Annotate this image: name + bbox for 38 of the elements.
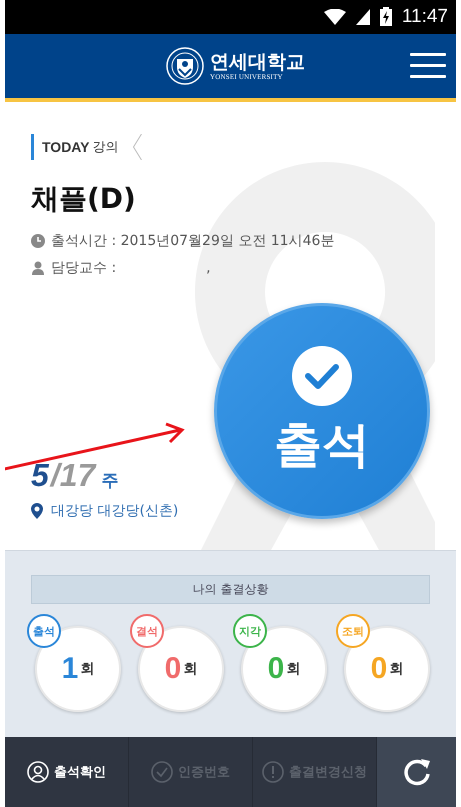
stat-unit: 회 <box>286 660 300 678</box>
stat-label: 조퇴 <box>336 614 370 648</box>
stat-label: 지각 <box>233 614 267 648</box>
stats-title: 나의 출결상황 <box>31 575 430 604</box>
lecture-location: 대강당 대강당(신촌) <box>51 502 178 520</box>
refresh-icon <box>402 757 432 788</box>
ribbon-notch-icon <box>133 134 142 160</box>
professor-name: , <box>206 260 211 276</box>
stat-count: 0 <box>164 652 182 686</box>
person-icon <box>31 260 45 275</box>
stat-label: 결석 <box>130 614 164 648</box>
stat-count: 0 <box>268 652 284 686</box>
today-lecture-tag: TODAY 강의 <box>31 134 142 160</box>
stat-count: 0 <box>370 652 388 686</box>
lecture-title: 채플(D) <box>31 180 136 217</box>
person-circle-icon <box>27 761 49 784</box>
professor-label: 담당교수 : <box>51 258 116 277</box>
check-circle-icon <box>151 761 173 784</box>
stat-unit: 회 <box>80 660 94 678</box>
exclamation-circle-icon <box>262 761 284 784</box>
status-time: 11:47 <box>402 6 448 28</box>
week-unit: 주 <box>101 470 118 492</box>
total-weeks: /17 <box>50 457 96 494</box>
check-icon <box>291 344 353 407</box>
stat-unit: 회 <box>389 660 404 678</box>
university-seal-icon <box>166 46 204 85</box>
current-week: 5 <box>31 457 49 494</box>
signal-icon <box>356 8 370 25</box>
university-name: 연세대학교 <box>210 50 305 73</box>
attendance-time: 출석시간 : 2015년07월29일 오전 11시46분 <box>51 232 334 250</box>
stat-unit: 회 <box>183 660 198 678</box>
wifi-icon <box>324 8 346 25</box>
clock-icon <box>31 234 45 248</box>
refresh-button[interactable] <box>377 737 456 807</box>
stat-count: 1 <box>62 652 78 686</box>
battery-icon <box>380 7 392 26</box>
location-pin-icon <box>31 503 43 520</box>
stat-label: 출석 <box>27 614 61 648</box>
